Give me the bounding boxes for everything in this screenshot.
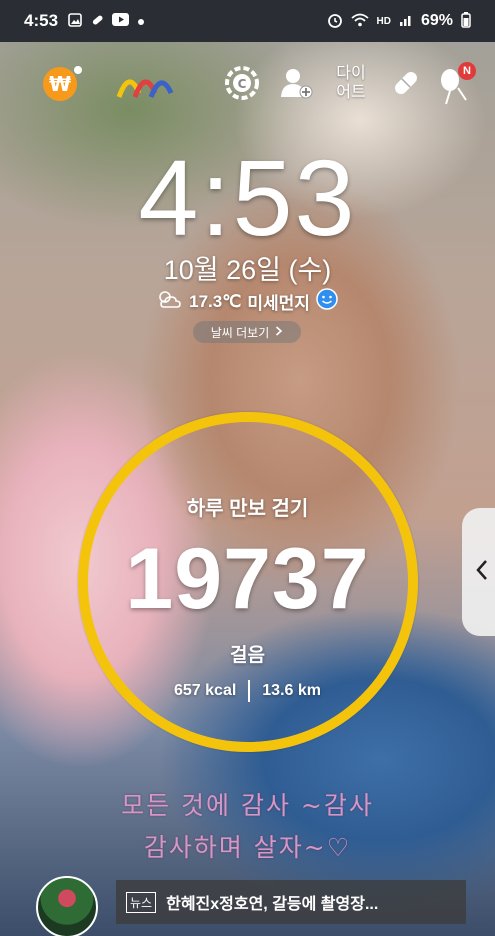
pill-shortcut-icon[interactable] xyxy=(386,58,426,108)
lockscreen-date: 10월 26일 (수) xyxy=(163,255,332,285)
lockscreen-clock: 4:53 xyxy=(138,137,357,258)
status-right: HD 69% xyxy=(327,0,471,42)
step-stats: 657 kcal 13.6 km xyxy=(0,680,495,702)
status-time: 4:53 xyxy=(24,11,59,30)
weather-more-label: 날씨 더보기 xyxy=(210,325,270,340)
overlay-text-line-2: 감사하며 살자~♡ xyxy=(143,833,352,862)
temperature: 17.3℃ xyxy=(189,291,242,311)
balloon-icon[interactable]: N xyxy=(436,58,478,108)
news-headline[interactable]: 한혜진x정호연, 갈등에 촬영장... xyxy=(166,890,466,914)
gallery-icon xyxy=(68,12,82,30)
battery-percent: 69% xyxy=(420,12,453,29)
svg-text:C: C xyxy=(238,77,247,91)
stats-divider xyxy=(248,680,251,702)
overlay-text-line-1: 모든 것에 감사 ~감사 xyxy=(121,791,374,820)
weather-more-button[interactable]: 날씨 더보기 xyxy=(193,321,301,343)
svg-text:₩: ₩ xyxy=(49,72,71,96)
battery-icon xyxy=(461,11,471,31)
signal-icon xyxy=(399,13,413,30)
diet-shortcut[interactable]: 다이 어트 xyxy=(326,58,376,108)
alarm-icon xyxy=(327,12,343,31)
calories: 657 kcal xyxy=(174,682,237,699)
notification-badge: N xyxy=(458,62,476,80)
news-bar[interactable]: 뉴스 한혜진x정호연, 갈등에 촬영장... xyxy=(116,880,466,924)
add-contact-icon[interactable] xyxy=(276,58,316,108)
avatar[interactable] xyxy=(36,876,98,936)
air-quality-label: 미세먼지 xyxy=(247,294,310,313)
step-widget-title: 하루 만보 걷기 xyxy=(186,498,309,520)
step-count: 19737 xyxy=(125,531,370,627)
youtube-icon xyxy=(112,13,130,29)
shortcut-bar: ₩ C 다이 어트 N xyxy=(0,58,495,108)
distance: 13.6 km xyxy=(262,682,321,699)
status-bar: 4:53 HD 69% xyxy=(0,0,495,42)
coin-app-icon[interactable]: C xyxy=(222,58,262,108)
chevron-left-icon xyxy=(475,559,489,585)
hd-label: HD xyxy=(376,15,391,27)
news-tag: 뉴스 xyxy=(126,891,157,913)
step-unit: 걸음 xyxy=(230,645,265,666)
partly-cloudy-icon xyxy=(157,289,183,314)
dot-icon xyxy=(137,14,145,29)
pill-icon xyxy=(90,13,104,30)
edge-panel-handle[interactable] xyxy=(462,508,495,636)
smile-face-icon xyxy=(316,288,338,315)
rainbow-app-icon[interactable] xyxy=(115,58,175,108)
chevron-right-icon xyxy=(275,325,283,339)
won-app-icon[interactable]: ₩ xyxy=(38,58,90,108)
wifi-icon xyxy=(350,13,369,30)
weather-summary[interactable]: 17.3℃ 미세먼지 xyxy=(0,288,495,315)
news-ticker[interactable]: 뉴스 한혜진x정호연, 갈등에 촬영장... xyxy=(0,868,495,936)
